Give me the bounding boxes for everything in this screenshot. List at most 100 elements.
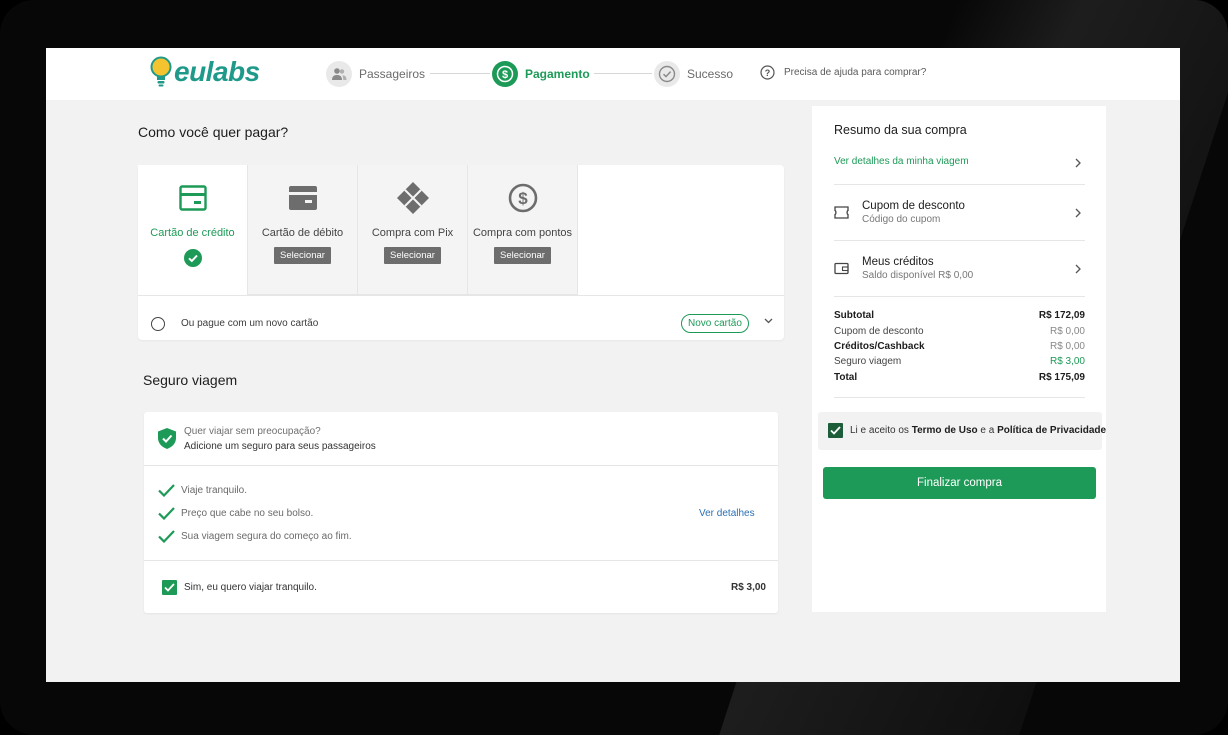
eulabs-logo[interactable]: eulabs [150,52,260,92]
chevron-right-icon[interactable] [1075,208,1081,218]
credits-total-value: R$ 0,00 [1049,341,1085,352]
insurance-question: Quer viajar sem preocupação? [184,426,321,437]
coupon-subtitle: Código do cupom [862,214,941,225]
privacy-policy-link[interactable]: Política de Privacidade [997,425,1106,436]
shield-icon [158,428,176,449]
insurance-total-label: Seguro viagem [834,356,902,367]
benefit-item: Sua viagem segura do começo ao fim. [158,528,352,544]
payment-option-label: Compra com Pix [371,227,454,239]
finalize-purchase-button[interactable]: Finalizar compra [823,467,1096,499]
summary-title: Resumo da sua compra [834,123,967,137]
dollar-icon: $ [492,61,518,87]
payment-heading: Como você quer pagar? [138,124,289,140]
insurance-total-value: R$ 3,00 [1049,356,1085,367]
step-connector [594,73,652,74]
insurance-checkbox[interactable] [162,580,177,595]
benefit-item: Viaje tranquilo. [158,482,247,498]
terms-middle: e a [977,425,998,436]
new-card-row[interactable]: Ou pague com um novo cartão Novo cartão [138,295,784,340]
checkmark-icon [158,506,175,520]
checkmark-icon [158,483,175,497]
brand-name: eulabs [174,56,260,87]
users-icon [326,61,352,87]
select-button[interactable]: Selecionar [384,247,441,264]
insurance-price: R$ 3,00 [730,582,766,593]
coupon-total-value: R$ 0,00 [1049,326,1085,337]
help-icon: ? [760,65,775,80]
insurance-card: Quer viajar sem preocupação? Adicione um… [144,412,778,613]
insurance-accept-row: Sim, eu quero viajar tranquilo. R$ 3,00 [144,560,778,613]
pix-icon [396,181,430,215]
credits-title: Meus créditos [862,256,934,268]
chevron-right-icon[interactable] [1075,158,1081,168]
debit-card-icon [288,181,317,215]
benefit-text: Viaje tranquilo. [181,484,247,496]
coupon-title: Cupom de desconto [862,200,965,212]
divider [834,296,1085,297]
coupon-total-label: Cupom de desconto [834,326,924,337]
new-card-text: Ou pague com um novo cartão [181,318,319,329]
step-pagamento[interactable]: $ Pagamento [492,61,590,87]
terms-text: Li e aceito os Termo de Uso e a Política… [850,425,1106,436]
check-circle-icon [654,61,680,87]
total-value: R$ 175,09 [1038,372,1085,383]
payment-option-pix[interactable]: Compra com Pix Selecionar [358,165,468,295]
benefit-text: Preço que cabe no seu bolso. [181,507,314,519]
checkbox-check-icon [164,583,175,592]
payment-methods-card: Cartão de crédito Cartão de débito Selec… [138,165,784,340]
insurance-accept-text: Sim, eu quero viajar tranquilo. [184,582,317,593]
wallet-icon [834,262,849,275]
terms-checkbox[interactable] [828,423,843,438]
step-label: Sucesso [687,67,734,81]
checkbox-check-icon [830,426,841,435]
benefit-item: Preço que cabe no seu bolso. [158,505,313,521]
laptop-bezel: eulabs Passageiros $ Pagamento Sucesso ?… [0,0,1228,735]
chevron-right-icon[interactable] [1075,264,1081,274]
total-label: Total [834,372,858,383]
help-label: Precisa de ajuda para comprar? [784,67,927,78]
svg-text:$: $ [518,189,528,208]
payment-option-credit[interactable]: Cartão de crédito [138,165,248,295]
step-connector [430,73,490,74]
terms-prefix: Li e aceito os [850,425,912,436]
chevron-down-icon[interactable] [764,318,773,324]
divider [834,240,1085,241]
select-button[interactable]: Selecionar [274,247,331,264]
checkmark-icon [158,529,175,543]
payment-option-debit[interactable]: Cartão de débito Selecionar [248,165,358,295]
ticket-icon [834,206,849,219]
insurance-header: Quer viajar sem preocupação? Adicione um… [144,412,778,466]
new-card-pill[interactable]: Novo cartão [681,314,749,333]
payment-option-points[interactable]: $ Compra com pontos Selecionar [468,165,578,295]
trip-details-link[interactable]: Ver detalhes da minha viagem [834,156,969,167]
divider [834,184,1085,185]
new-card-radio[interactable] [151,317,165,331]
select-button[interactable]: Selecionar [494,247,551,264]
coin-icon: $ [508,181,538,215]
insurance-subtitle: Adicione um seguro para seus passageiros [184,441,376,452]
step-passageiros[interactable]: Passageiros [326,61,425,87]
subtotal-value: R$ 172,09 [1038,310,1085,321]
help-link[interactable]: ? Precisa de ajuda para comprar? [760,65,926,80]
app-screen: eulabs Passageiros $ Pagamento Sucesso ?… [46,48,1180,682]
credits-total-label: Créditos/Cashback [834,341,925,352]
payment-option-label: Cartão de débito [261,227,344,239]
terms-of-use-link[interactable]: Termo de Uso [912,425,978,436]
step-label: Pagamento [525,67,590,81]
insurance-heading: Seguro viagem [143,372,238,388]
lightbulb-icon [150,56,172,87]
credits-subtitle: Saldo disponível R$ 0,00 [862,270,974,281]
step-sucesso[interactable]: Sucesso [654,61,733,87]
svg-text:?: ? [765,68,771,78]
credit-card-icon [178,181,207,215]
step-label: Passageiros [359,67,426,81]
selected-check-icon [183,249,202,272]
top-bar: eulabs Passageiros $ Pagamento Sucesso ?… [46,48,1180,100]
svg-text:$: $ [502,69,508,81]
insurance-details-link[interactable]: Ver detalhes [699,508,755,519]
payment-option-label: Compra com pontos [472,227,573,239]
subtotal-label: Subtotal [834,310,874,321]
benefit-text: Sua viagem segura do começo ao fim. [181,530,352,542]
terms-row: Li e aceito os Termo de Uso e a Política… [818,412,1106,450]
divider [834,397,1085,398]
